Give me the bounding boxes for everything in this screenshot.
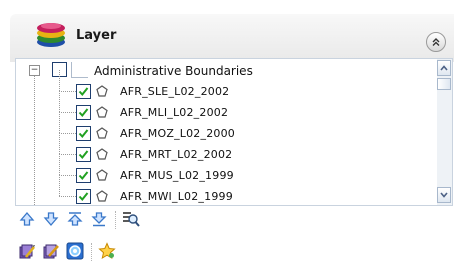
tree-connector	[59, 154, 60, 175]
vertical-scrollbar[interactable]	[437, 59, 452, 205]
layer-tree: − Administrative Boundaries AFR_SLE_L02_…	[15, 58, 453, 206]
edit-layer-button[interactable]	[17, 241, 37, 261]
favorite-layer-button[interactable]	[97, 241, 117, 261]
layer-label[interactable]: AFR_MRT_L02_2002	[120, 148, 232, 161]
layer-search-icon	[123, 212, 140, 227]
scroll-down-arrow-icon	[440, 192, 448, 198]
checkmark-icon	[78, 150, 89, 160]
tree-connector	[59, 112, 76, 113]
polygon-layer-icon	[96, 190, 108, 202]
layer-visibility-checkbox[interactable]	[76, 168, 91, 183]
edit-group-button[interactable]	[41, 241, 61, 261]
layer-panel: Layer − Administrative Boundaries AFR_SL…	[0, 0, 454, 274]
polygon-layer-icon	[96, 148, 108, 160]
checkmark-icon	[78, 192, 89, 202]
scroll-up-arrow-icon	[440, 65, 448, 71]
move-layer-down-button[interactable]	[41, 209, 61, 229]
tree-connector	[59, 91, 60, 112]
move-to-bottom-icon	[91, 212, 107, 227]
collapse-node-toggle[interactable]: −	[29, 65, 40, 76]
favorites-star-icon	[98, 242, 116, 260]
polygon-layer-icon	[96, 85, 108, 97]
move-layer-up-button[interactable]	[17, 209, 37, 229]
toolbar-separator	[115, 211, 117, 229]
checkmark-icon	[78, 108, 89, 118]
layer-properties-icon	[66, 242, 84, 260]
tree-row[interactable]: AFR_MWI_L02_1999	[16, 175, 426, 205]
edit-layer-icon	[19, 244, 35, 259]
tree-connector	[59, 175, 60, 196]
tree-connector	[59, 91, 76, 92]
checkmark-icon	[78, 129, 89, 139]
layer-visibility-checkbox[interactable]	[76, 105, 91, 120]
tree-row[interactable]: AFR_MRT_L02_2002	[16, 133, 426, 165]
edit-group-icon	[43, 244, 59, 259]
find-layer-button[interactable]	[121, 209, 141, 229]
tree-row[interactable]: AFR_MLI_L02_2002	[16, 91, 426, 123]
move-up-icon	[19, 212, 35, 226]
scroll-thumb[interactable]	[437, 78, 451, 90]
tree-row[interactable]: AFR_MOZ_L02_2000	[16, 112, 426, 144]
layer-order-toolbar	[15, 209, 215, 233]
move-to-top-icon	[67, 212, 83, 226]
layer-label[interactable]: AFR_MLI_L02_2002	[120, 106, 228, 119]
layer-label[interactable]: AFR_MWI_L02_1999	[120, 190, 233, 203]
move-layer-to-top-button[interactable]	[65, 209, 85, 229]
tree-connector	[59, 175, 76, 176]
scroll-down-button[interactable]	[437, 187, 451, 203]
layer-tools-toolbar	[15, 241, 215, 265]
panel-header: Layer	[10, 14, 454, 62]
checkmark-icon	[78, 171, 89, 181]
layer-label[interactable]: AFR_MOZ_L02_2000	[120, 127, 235, 140]
layer-visibility-checkbox[interactable]	[76, 84, 91, 99]
polygon-layer-icon	[96, 106, 108, 118]
polygon-layer-icon	[96, 169, 108, 181]
group-folder-icon	[71, 62, 88, 78]
polygon-layer-icon	[96, 127, 108, 139]
collapse-panel-button[interactable]	[426, 32, 446, 52]
panel-title: Layer	[76, 28, 117, 43]
layer-properties-button[interactable]	[65, 241, 85, 261]
tree-connector	[59, 70, 60, 91]
layers-stack-icon	[37, 23, 65, 47]
tree-connector	[59, 196, 76, 197]
toolbar-separator	[91, 243, 93, 261]
double-chevron-up-icon	[432, 38, 440, 46]
tree-row[interactable]: AFR_MUS_L02_1999	[16, 154, 426, 186]
move-down-icon	[43, 212, 59, 226]
tree-connector	[59, 133, 60, 154]
layer-visibility-checkbox[interactable]	[76, 147, 91, 162]
move-layer-to-bottom-button[interactable]	[89, 209, 109, 229]
checkmark-icon	[78, 87, 89, 97]
tree-row[interactable]: AFR_SLE_L02_2002	[16, 70, 426, 102]
tree-connector	[59, 112, 60, 133]
tree-connector	[59, 133, 76, 134]
layer-visibility-checkbox[interactable]	[76, 126, 91, 141]
scroll-up-button[interactable]	[437, 60, 451, 76]
layer-label[interactable]: AFR_MUS_L02_1999	[120, 169, 234, 182]
layer-label[interactable]: AFR_SLE_L02_2002	[120, 85, 229, 98]
group-label[interactable]: Administrative Boundaries	[94, 64, 253, 78]
tree-connector	[59, 154, 76, 155]
layer-visibility-checkbox[interactable]	[76, 189, 91, 204]
